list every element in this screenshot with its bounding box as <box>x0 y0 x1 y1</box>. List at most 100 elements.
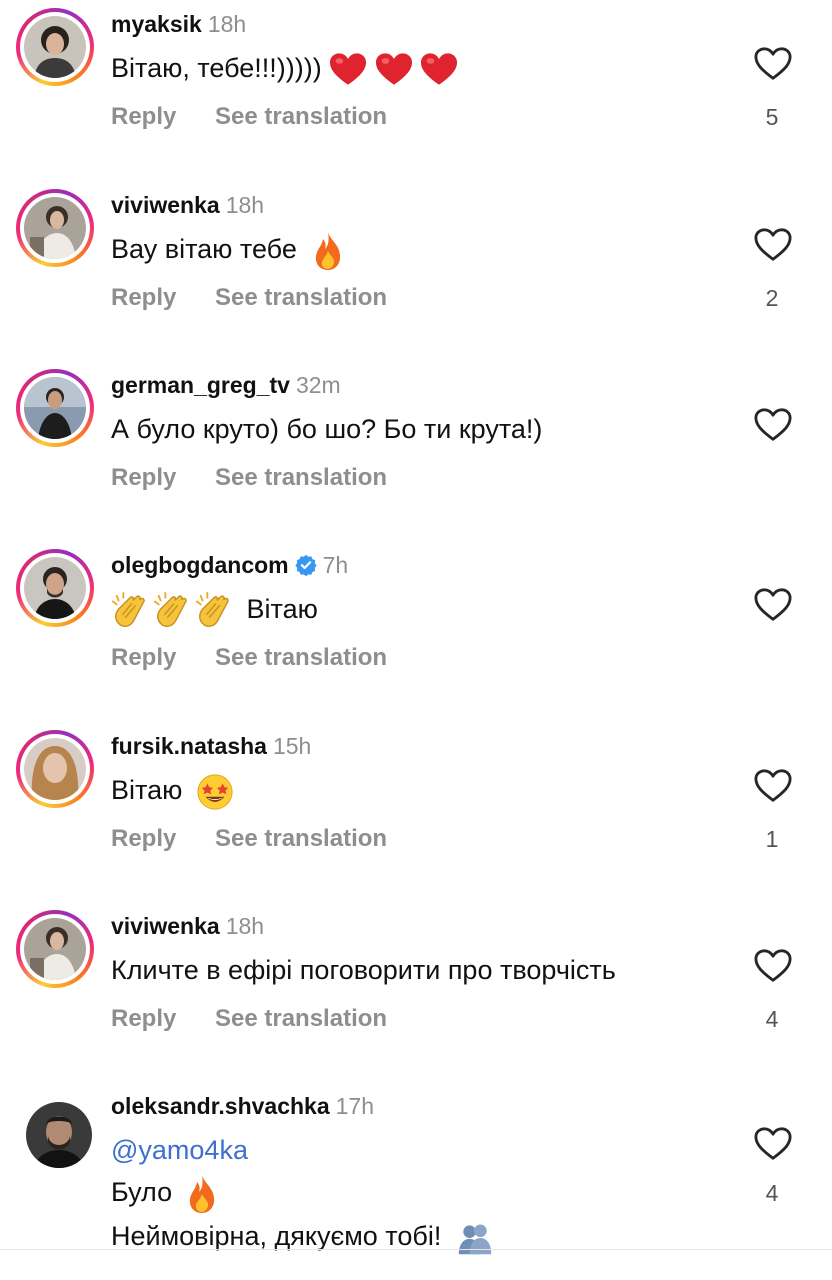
comment-item: myaksik 18h Вітаю, тебе!!!))))) Reply See … <box>0 8 832 178</box>
comment-text: Вау вітаю тебе <box>111 229 344 271</box>
fire-emoji-icon <box>312 231 344 271</box>
timestamp: 17h <box>335 1093 374 1119</box>
story-ring-avatar[interactable] <box>16 189 94 267</box>
username[interactable]: fursik.natasha <box>111 733 267 759</box>
see-translation-button[interactable]: See translation <box>215 644 387 672</box>
comment-body-line: Було <box>111 1177 173 1207</box>
username[interactable]: oleksandr.shvachka <box>111 1093 330 1119</box>
comment-header: german_greg_tv 32m <box>111 371 341 399</box>
comment-header: viviwenka 18h <box>111 912 264 940</box>
reply-button[interactable]: Reply <box>111 644 215 672</box>
like-heart-icon[interactable] <box>754 1126 792 1162</box>
username[interactable]: viviwenka <box>111 913 220 939</box>
story-ring-avatar[interactable] <box>16 369 94 447</box>
like-heart-icon[interactable] <box>754 768 792 804</box>
avatar <box>24 738 86 800</box>
like-count[interactable]: 4 <box>752 1180 792 1207</box>
comment-body: Вітаю <box>111 775 183 805</box>
comment-actions: Reply See translation <box>111 464 387 492</box>
comment-actions: Reply See translation <box>111 1005 387 1033</box>
see-translation-button[interactable]: See translation <box>215 464 387 492</box>
clapping-hands-emoji-icon <box>195 592 233 630</box>
see-translation-button[interactable]: See translation <box>215 825 387 853</box>
comment-body: Вау вітаю тебе <box>111 234 297 264</box>
reply-button[interactable]: Reply <box>111 284 215 312</box>
comment-body-line: Неймовірна, дякуємо тобі! <box>111 1220 442 1251</box>
like-heart-icon[interactable] <box>754 948 792 984</box>
comment-text: А було круто) бо шо? Бо ти крута!) <box>111 409 542 449</box>
comment-item: viviwenka 18h Вау вітаю тебе Reply See tra… <box>0 189 832 359</box>
clapping-hands-emoji-icon <box>153 592 191 630</box>
comment-text: Вітаю, тебе!!!))))) <box>111 48 458 88</box>
timestamp: 7h <box>322 552 349 578</box>
like-count[interactable]: 5 <box>752 104 792 131</box>
reply-button[interactable]: Reply <box>111 464 215 492</box>
comment-item: viviwenka 18h Кличте в ефірі поговорити п… <box>0 910 832 1080</box>
comment-text: Кличте в ефірі поговорити про творчість <box>111 950 616 990</box>
avatar <box>24 377 86 439</box>
timestamp: 15h <box>272 733 312 759</box>
comment-header: viviwenka 18h <box>111 191 264 219</box>
mention-link[interactable]: @yamo4ka <box>111 1130 731 1170</box>
comment-text: Вітаю <box>111 589 318 630</box>
like-heart-icon[interactable] <box>754 227 792 263</box>
username[interactable]: german_greg_tv <box>111 372 290 398</box>
red-heart-emoji-icon <box>420 52 458 87</box>
comment-body: Вітаю, тебе!!!))))) <box>111 53 322 83</box>
red-heart-emoji-icon <box>329 52 367 87</box>
comment-header: fursik.natasha 15h <box>111 732 311 760</box>
username[interactable]: myaksik <box>111 11 202 37</box>
comment-item: german_greg_tv 32m А було круто) бо шо? Б… <box>0 369 832 539</box>
comment-body: А було круто) бо шо? Бо ти крута!) <box>111 414 543 444</box>
comment-header: oleksandr.shvachka 17h <box>111 1092 374 1120</box>
comment-item: olegbogdancom 7h Вітаю Reply See translati… <box>0 549 832 719</box>
avatar <box>24 557 86 619</box>
reply-button[interactable]: Reply <box>111 825 215 853</box>
comment-header: myaksik 18h <box>111 10 246 38</box>
like-heart-icon[interactable] <box>754 587 792 623</box>
reply-button[interactable]: Reply <box>111 103 215 131</box>
comment-header: olegbogdancom 7h <box>111 551 348 579</box>
like-count[interactable]: 2 <box>752 285 792 312</box>
comment-body: Вітаю <box>246 594 318 624</box>
comment-line: Було <box>111 1172 731 1214</box>
divider <box>0 1249 832 1250</box>
red-heart-emoji-icon <box>375 52 413 87</box>
star-struck-emoji-icon <box>196 773 234 811</box>
avatar[interactable] <box>26 1102 92 1168</box>
timestamp: 18h <box>225 192 265 218</box>
reply-button[interactable]: Reply <box>111 1005 215 1033</box>
like-heart-icon[interactable] <box>754 46 792 82</box>
avatar <box>24 16 86 78</box>
username[interactable]: viviwenka <box>111 192 220 218</box>
comment-body: Кличте в ефірі поговорити про творчість <box>111 955 616 985</box>
comment-text: Вітаю <box>111 770 234 811</box>
comment-item: oleksandr.shvachka 17h @yamo4ka Було Нейм… <box>0 1090 832 1250</box>
comment-actions: Reply See translation <box>111 284 387 312</box>
like-count[interactable]: 4 <box>752 1006 792 1033</box>
see-translation-button[interactable]: See translation <box>215 1005 387 1033</box>
timestamp: 18h <box>225 913 265 939</box>
comment-actions: Reply See translation <box>111 103 387 131</box>
comment-actions: Reply See translation <box>111 644 387 672</box>
people-hugging-emoji-icon <box>455 1220 495 1256</box>
see-translation-button[interactable]: See translation <box>215 103 387 131</box>
timestamp: 32m <box>295 372 341 398</box>
comment-actions: Reply See translation <box>111 825 387 853</box>
comment-text: @yamo4ka Було Неймовірна, дякуємо тобі! <box>111 1130 731 1256</box>
timestamp: 18h <box>207 11 247 37</box>
username[interactable]: olegbogdancom <box>111 552 289 578</box>
story-ring-avatar[interactable] <box>16 910 94 988</box>
like-heart-icon[interactable] <box>754 407 792 443</box>
fire-emoji-icon <box>186 1174 218 1214</box>
clapping-hands-emoji-icon <box>111 592 149 630</box>
verified-badge-icon <box>294 554 317 576</box>
comment-item: fursik.natasha 15h Вітаю Reply See transla… <box>0 730 832 900</box>
story-ring-avatar[interactable] <box>16 730 94 808</box>
story-ring-avatar[interactable] <box>16 549 94 627</box>
avatar <box>24 918 86 980</box>
see-translation-button[interactable]: See translation <box>215 284 387 312</box>
avatar <box>24 197 86 259</box>
like-count[interactable]: 1 <box>752 826 792 853</box>
story-ring-avatar[interactable] <box>16 8 94 86</box>
